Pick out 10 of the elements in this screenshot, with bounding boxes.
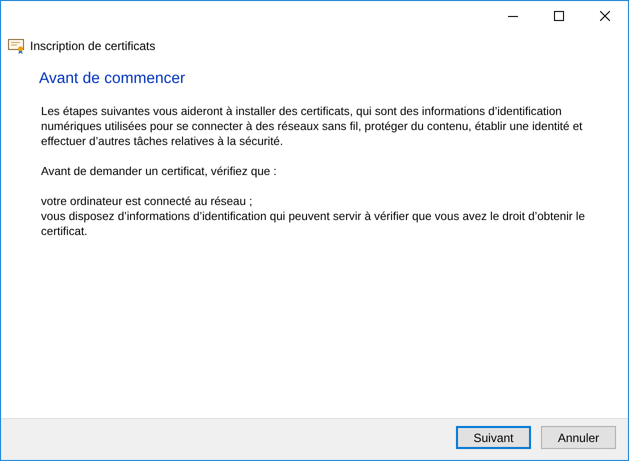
dialog-button[interactable]: Annuler <box>541 426 616 449</box>
certificate-icon <box>8 38 25 54</box>
maximize-icon <box>554 11 564 21</box>
paragraph: Les étapes suivantes vous aideront à installer des certificats, qui sont des informations d’identification numériques utilisées pour se connecter à des réseaux sans fil, protéger du contenu, établir une identité et effectuer d’autres tâches relatives à la sécurité. <box>41 104 584 149</box>
window-title: Inscription de certificats <box>30 38 156 52</box>
paragraph: votre ordinateur est connecté au réseau ; vous disposez d’informations d’identification qui peuvent servir à vérifier que vous avez le droit d’obtenir le certificat. <box>41 194 586 239</box>
close-icon <box>600 11 610 21</box>
page-heading: Avant de commencer <box>39 70 186 88</box>
dialog-button[interactable]: Suivant <box>456 426 531 449</box>
paragraph: Avant de demander un certificat, vérifiez que : <box>41 164 278 179</box>
